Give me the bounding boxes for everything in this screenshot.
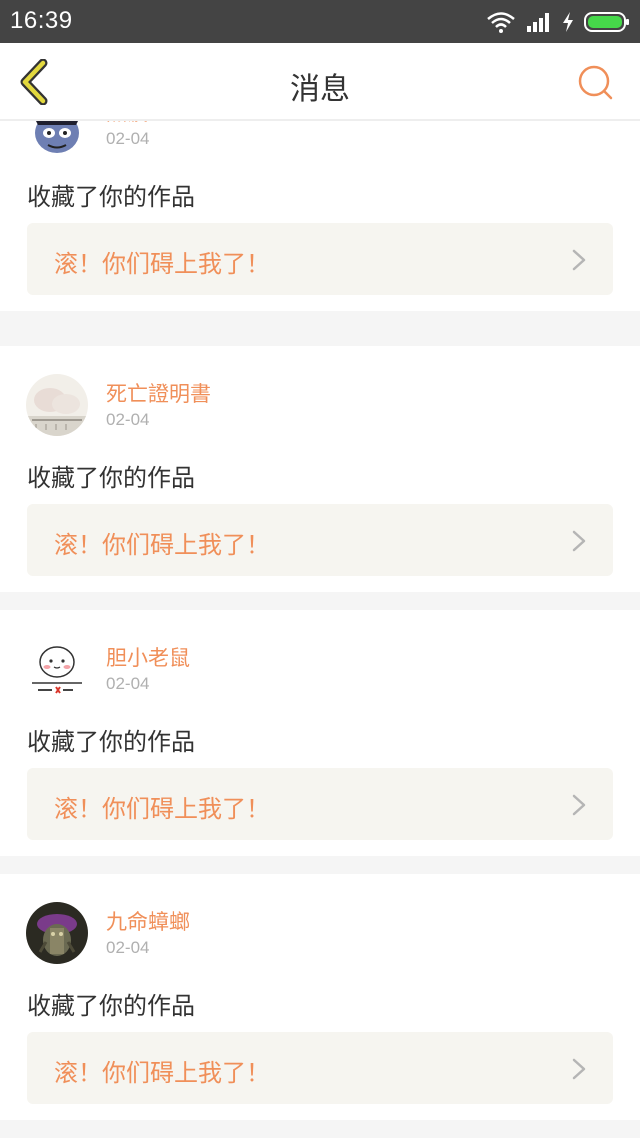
avatar[interactable] (26, 374, 88, 436)
action-text: 收藏了你的作品 (27, 183, 195, 211)
chevron-right-icon (572, 530, 586, 552)
message-card: 死亡證明書 02-04 收藏了你的作品 滚！你们碍上我了！ (0, 346, 640, 592)
battery-icon (584, 12, 629, 32)
status-icons (486, 10, 630, 34)
avatar[interactable] (26, 121, 88, 155)
work-link[interactable]: 滚！你们碍上我了！ (27, 768, 613, 840)
message-card: 胆小老鼠 02-04 收藏了你的作品 滚！你们碍上我了！ (0, 610, 640, 856)
page-title: 消息 (290, 72, 350, 107)
work-title: 滚！你们碍上我了！ (54, 795, 270, 823)
message-list[interactable]: 黑波 02-04 收藏了你的作品 滚！你们碍上我了！ 死亡證明書 02-04 收… (0, 121, 640, 1138)
message-date: 02-04 (106, 410, 150, 429)
work-title: 滚！你们碍上我了！ (54, 531, 270, 559)
message-date: 02-04 (106, 674, 150, 693)
action-text: 收藏了你的作品 (27, 728, 195, 756)
work-link[interactable]: 滚！你们碍上我了！ (27, 504, 613, 576)
action-text: 收藏了你的作品 (27, 464, 195, 492)
action-text: 收藏了你的作品 (27, 992, 195, 1020)
wifi-icon (487, 12, 515, 33)
work-link[interactable]: 滚！你们碍上我了！ (27, 223, 613, 295)
avatar[interactable] (26, 638, 88, 700)
status-bar: 16:39 (0, 0, 640, 43)
work-link[interactable]: 滚！你们碍上我了！ (27, 1032, 613, 1104)
status-time: 16:39 (10, 7, 73, 34)
signal-icon (527, 13, 549, 32)
search-icon (578, 65, 613, 100)
charging-icon (563, 12, 573, 32)
message-card: 黑波 02-04 收藏了你的作品 滚！你们碍上我了！ (0, 121, 640, 311)
avatar[interactable] (26, 902, 88, 964)
message-card: 九命蟑螂 02-04 收藏了你的作品 滚！你们碍上我了！ (0, 874, 640, 1120)
message-date: 02-04 (106, 129, 150, 148)
user-name[interactable]: 胆小老鼠 (106, 642, 190, 672)
work-title: 滚！你们碍上我了！ (54, 250, 270, 278)
chevron-right-icon (572, 249, 586, 271)
user-name[interactable]: 九命蟑螂 (106, 906, 190, 936)
work-title: 滚！你们碍上我了！ (54, 1059, 270, 1087)
user-name[interactable]: 死亡證明書 (106, 378, 211, 408)
message-date: 02-04 (106, 938, 150, 957)
user-name[interactable]: 黑波 (106, 121, 148, 127)
app-header: 消息 (0, 43, 640, 121)
chevron-right-icon (572, 1058, 586, 1080)
search-button[interactable] (576, 63, 616, 103)
chevron-right-icon (572, 794, 586, 816)
